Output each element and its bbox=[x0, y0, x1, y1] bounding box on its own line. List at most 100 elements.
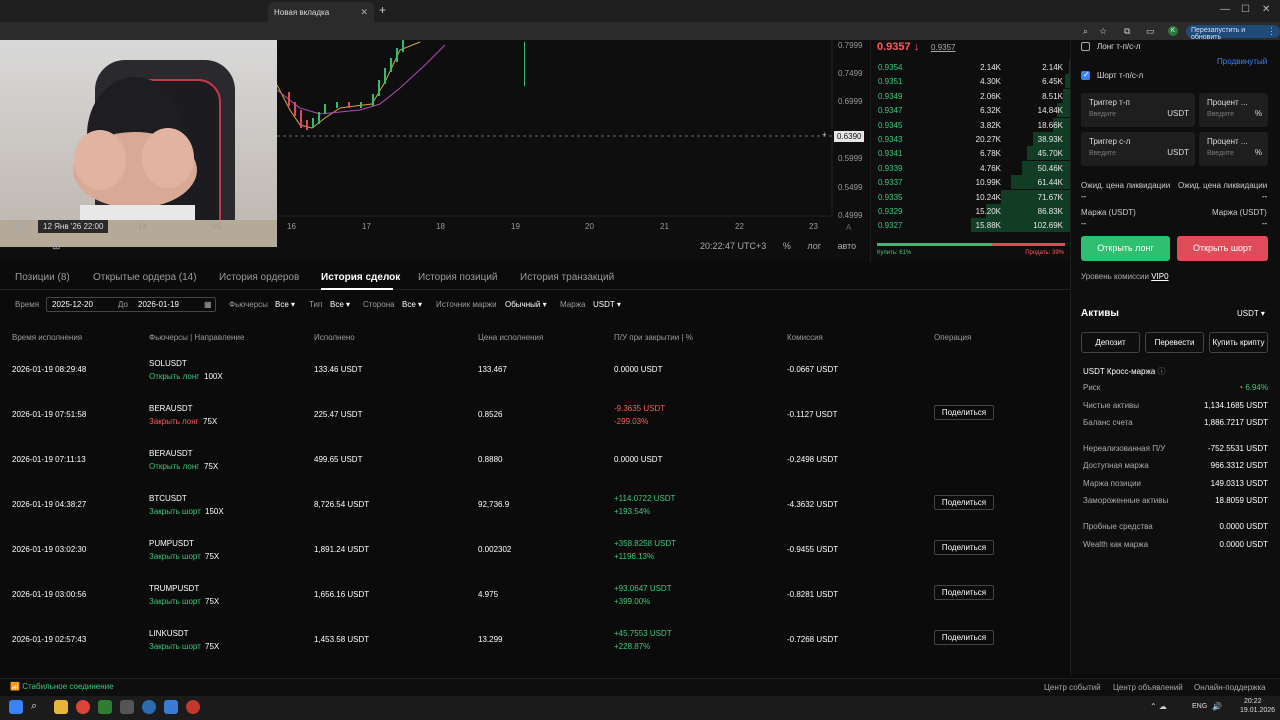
maximize-icon[interactable]: ☐ bbox=[1241, 4, 1250, 15]
chrome-icon[interactable] bbox=[76, 700, 90, 714]
calendar-range-icon[interactable]: ⊞ bbox=[52, 241, 60, 252]
tray-icons[interactable]: ⌃ ☁ bbox=[1150, 702, 1167, 711]
symbol[interactable]: BERAUSDT bbox=[149, 404, 193, 413]
short-tpsl-checkbox[interactable] bbox=[1081, 70, 1090, 80]
sl-percent-input[interactable]: Введите bbox=[1207, 150, 1234, 157]
trigger-tp-input[interactable]: Введите bbox=[1089, 111, 1116, 118]
app-icon[interactable] bbox=[120, 700, 134, 714]
app-icon[interactable] bbox=[98, 700, 112, 714]
symbol[interactable]: BTCUSDT bbox=[149, 494, 187, 503]
announcements-link[interactable]: Центр объявлений bbox=[1113, 683, 1183, 692]
percent-scale-toggle[interactable]: % bbox=[783, 241, 791, 251]
add-alert-icon[interactable]: + bbox=[822, 130, 827, 139]
buy-crypto-button[interactable]: Купить крипту bbox=[1209, 332, 1268, 353]
trigger-sl-input[interactable]: Введите bbox=[1089, 150, 1116, 157]
input-language[interactable]: ENG bbox=[1192, 703, 1207, 710]
order-book-row[interactable]: 0.9327 15.88K 102.69K bbox=[871, 218, 1071, 233]
order-book-row[interactable]: 0.9329 15.20K 86.83K bbox=[871, 204, 1071, 218]
tp-percent-input[interactable]: Введите bbox=[1207, 111, 1234, 118]
events-center-link[interactable]: Центр событий bbox=[1044, 683, 1101, 692]
deposit-button[interactable]: Депозит bbox=[1081, 332, 1140, 353]
share-button[interactable]: Поделиться bbox=[934, 585, 994, 600]
extensions-icon[interactable]: ⧉ bbox=[1124, 26, 1130, 37]
exec-price: 0.8526 bbox=[478, 410, 503, 419]
type-filter-select[interactable]: Все ▾ bbox=[330, 300, 350, 309]
order-book-row[interactable]: 0.9335 10.24K 71.67K bbox=[871, 189, 1071, 204]
fee-level-value[interactable]: VIP0 bbox=[1151, 272, 1168, 281]
order-book-row[interactable]: 0.9354 2.14K 2.14K bbox=[871, 60, 1071, 74]
long-tpsl-checkbox[interactable] bbox=[1081, 42, 1090, 51]
settings-icon[interactable] bbox=[142, 700, 156, 714]
menu-dots-icon[interactable]: ⋮ bbox=[1267, 26, 1276, 37]
tab-transaction-history[interactable]: История транзакций bbox=[520, 272, 614, 283]
clock-date[interactable]: 19.01.2026 bbox=[1240, 707, 1275, 714]
app-icon[interactable] bbox=[186, 700, 200, 714]
tp-percent-field[interactable]: Процент ... Введите % bbox=[1199, 93, 1268, 127]
file-explorer-icon[interactable] bbox=[54, 700, 68, 714]
trash-icon[interactable]: 🗑 bbox=[13, 221, 27, 234]
tab-position-history[interactable]: История позиций bbox=[418, 272, 498, 283]
symbol[interactable]: LINKUSDT bbox=[149, 629, 189, 638]
tab-trade-history[interactable]: История сделок bbox=[321, 272, 400, 283]
start-menu-icon[interactable] bbox=[9, 700, 23, 714]
trigger-sl-field[interactable]: Триггер с-л Введите USDT bbox=[1081, 132, 1195, 166]
online-support-link[interactable]: Онлайн-поддержка bbox=[1194, 683, 1266, 692]
tab-order-history[interactable]: История ордеров bbox=[219, 272, 299, 283]
open-short-button[interactable]: Открыть шорт bbox=[1177, 236, 1268, 261]
filled-amount: 499.65 USDT bbox=[314, 455, 363, 464]
tab-positions[interactable]: Позиции (8) bbox=[15, 272, 70, 283]
tab-open-orders[interactable]: Открытые ордера (14) bbox=[93, 272, 197, 283]
order-book-row[interactable]: 0.9351 4.30K 6.45K bbox=[871, 74, 1071, 89]
futures-filter-select[interactable]: Все ▾ bbox=[275, 300, 295, 309]
price-chart[interactable]: 12 Янв '26 22:00 0.7999 0.7499 0.6999 0.… bbox=[0, 40, 870, 262]
margin-source-select[interactable]: Обычный ▾ bbox=[505, 300, 547, 309]
order-book-row[interactable]: 0.9345 3.82K 18.66K bbox=[871, 117, 1071, 132]
new-tab-icon[interactable]: + bbox=[379, 3, 386, 17]
share-button[interactable]: Поделиться bbox=[934, 630, 994, 645]
volume-icon[interactable]: 🔊 bbox=[1212, 702, 1222, 711]
browser-tab[interactable]: Новая вкладка ✕ bbox=[268, 2, 374, 22]
sl-percent-field[interactable]: Процент ... Введите % bbox=[1199, 132, 1268, 166]
info-icon[interactable]: ⓘ bbox=[1158, 367, 1166, 376]
symbol[interactable]: PUMPUSDT bbox=[149, 539, 194, 548]
minimize-icon[interactable]: — bbox=[1220, 4, 1230, 15]
side-panel-icon[interactable]: ▭ bbox=[1146, 26, 1155, 37]
search-icon[interactable]: ⌕ bbox=[31, 700, 45, 714]
share-button[interactable]: Поделиться bbox=[934, 540, 994, 555]
bookmark-star-icon[interactable]: ☆ bbox=[1099, 26, 1107, 37]
transfer-button[interactable]: Перевести bbox=[1145, 332, 1204, 353]
date-range-picker[interactable] bbox=[46, 297, 216, 312]
symbol[interactable]: TRUMPUSDT bbox=[149, 584, 199, 593]
auto-scale-toggle[interactable]: авто bbox=[838, 241, 857, 251]
order-book-row[interactable]: 0.9347 6.32K 14.84K bbox=[871, 103, 1071, 118]
order-book-row[interactable]: 0.9337 10.99K 61.44K bbox=[871, 175, 1071, 190]
advanced-link[interactable]: Продвинутый bbox=[1217, 57, 1267, 66]
close-tab-icon[interactable]: ✕ bbox=[360, 7, 368, 18]
auto-scale-icon[interactable]: A bbox=[846, 223, 851, 232]
order-book-row[interactable]: 0.9343 20.27K 38.93K bbox=[871, 132, 1071, 146]
filled-amount: 1,453.58 USDT bbox=[314, 635, 370, 644]
order-book-row[interactable]: 0.9341 6.78K 45.70K bbox=[871, 146, 1071, 161]
profile-avatar[interactable]: K bbox=[1168, 26, 1178, 36]
window-close-icon[interactable]: ✕ bbox=[1262, 4, 1270, 15]
order-book-row[interactable]: 0.9349 2.06K 8.51K bbox=[871, 88, 1071, 103]
risk-value: ◔ 6.94% bbox=[1238, 383, 1268, 392]
relaunch-update-button[interactable]: Перезапустить и обновить bbox=[1186, 25, 1280, 41]
order-book-row[interactable]: 0.9339 4.76K 50.46K bbox=[871, 160, 1071, 175]
open-long-button[interactable]: Открыть лонг bbox=[1081, 236, 1170, 261]
sl-percent-label: Процент ... bbox=[1207, 137, 1248, 146]
log-scale-toggle[interactable]: лог bbox=[807, 241, 821, 251]
trigger-tp-field[interactable]: Триггер т-п Введите USDT bbox=[1081, 93, 1195, 127]
assets-currency-select[interactable]: USDT ▾ bbox=[1237, 309, 1265, 318]
side-filter-select[interactable]: Все ▾ bbox=[402, 300, 422, 309]
share-button[interactable]: Поделиться bbox=[934, 495, 994, 510]
share-button[interactable]: Поделиться bbox=[934, 405, 994, 420]
clock-time[interactable]: 20:22 bbox=[1244, 698, 1262, 705]
price-axis-label: 0.6999 bbox=[838, 97, 863, 106]
zoom-icon[interactable]: ⌕ bbox=[1083, 26, 1088, 37]
asset-label: Нереализованная П/У bbox=[1083, 444, 1166, 453]
symbol[interactable]: SOLUSDT bbox=[149, 359, 187, 368]
app-icon[interactable] bbox=[164, 700, 178, 714]
symbol[interactable]: BERAUSDT bbox=[149, 449, 193, 458]
margin-filter-select[interactable]: USDT ▾ bbox=[593, 300, 621, 309]
